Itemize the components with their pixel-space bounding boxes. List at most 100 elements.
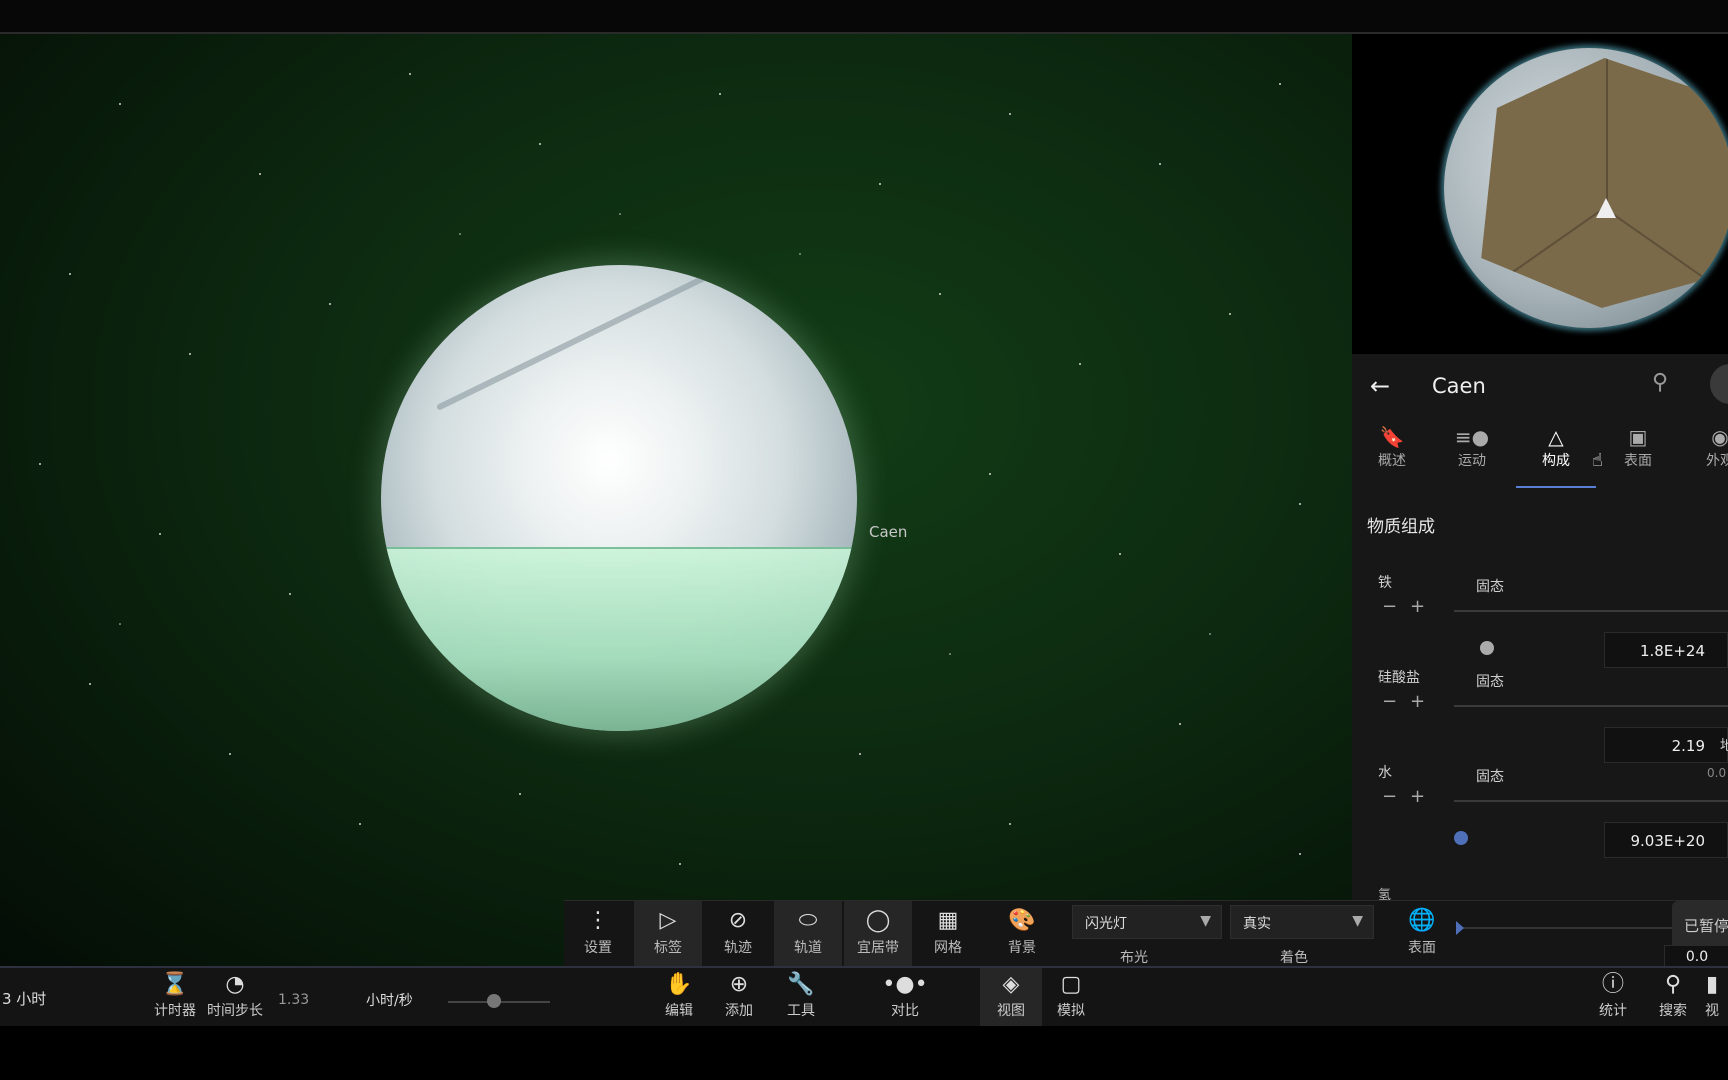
timer-button[interactable]: ⌛ 计时器 bbox=[144, 968, 206, 1028]
trail-off-icon: ⊘ bbox=[728, 908, 748, 933]
water-layer bbox=[381, 547, 857, 731]
ring-icon: ◯ bbox=[865, 908, 891, 933]
material-row: 硅酸盐 固态 − + 2.19 地 bbox=[1352, 667, 1728, 767]
grid-button[interactable]: ▦ 网格 bbox=[914, 901, 982, 967]
slider-knob[interactable] bbox=[1454, 831, 1468, 845]
top-bar bbox=[0, 0, 1728, 34]
panel-title: Caen bbox=[1432, 374, 1486, 398]
surface-button[interactable]: 🌐 表面 bbox=[1388, 901, 1456, 967]
plus-icon[interactable]: + bbox=[1410, 596, 1425, 617]
material-value[interactable]: 2.19 bbox=[1604, 727, 1728, 763]
rate-unit[interactable]: 小时/秒 bbox=[366, 990, 413, 1010]
planet-cutaway-preview[interactable] bbox=[1352, 34, 1728, 354]
timestep-button[interactable]: ◔ 时间步长 bbox=[204, 968, 266, 1028]
add-button[interactable]: ⊕ 添加 bbox=[708, 968, 770, 1028]
bottom-bar: 3 小时 ⌛ 计时器 ◔ 时间步长 1.33 小时/秒 ✋ 编辑 ⊕ 添加 🔧 … bbox=[0, 966, 1728, 1028]
stats-button[interactable]: ⓘ 统计 bbox=[1582, 968, 1644, 1028]
hourglass-icon: ⌛ bbox=[161, 972, 189, 997]
search-icon: ⚲ bbox=[1664, 972, 1682, 997]
minus-icon[interactable]: − bbox=[1382, 691, 1397, 712]
tab-motion[interactable]: ≡● 运动 bbox=[1432, 424, 1512, 486]
pointer-cursor-icon: ☝ bbox=[1592, 450, 1603, 471]
palette-icon: ◉ bbox=[1711, 425, 1728, 449]
orbits-button[interactable]: ⬭ 轨道 bbox=[774, 901, 842, 967]
tab-composition[interactable]: △ 构成 bbox=[1516, 424, 1596, 488]
labels-button[interactable]: ▷ 标签 bbox=[634, 901, 702, 967]
grid-icon: ▦ bbox=[937, 908, 959, 933]
hand-icon: ✋ bbox=[665, 972, 693, 997]
settings-button[interactable]: ⋮ 设置 bbox=[564, 901, 632, 967]
time-display: 3 小时 bbox=[2, 990, 47, 1008]
inner-core bbox=[1596, 198, 1616, 218]
tab-surface[interactable]: ▣ 表面 bbox=[1598, 424, 1678, 486]
cube-icon: ▢ bbox=[1060, 972, 1082, 997]
layers-icon: ◈ bbox=[1002, 972, 1020, 997]
section-title: 物质组成 bbox=[1367, 517, 1435, 537]
plus-icon[interactable]: + bbox=[1410, 786, 1425, 807]
bookmark-icon: 🔖 bbox=[1379, 425, 1405, 449]
paused-indicator[interactable]: 已暂停 bbox=[1672, 901, 1728, 951]
material-state: 固态 bbox=[1476, 769, 1504, 785]
time-rate-slider[interactable] bbox=[448, 994, 550, 1008]
material-row: 铁 固态 − + 1.8E+24 bbox=[1352, 572, 1728, 672]
panel-tabs: 🔖 概述 ≡● 运动 △ 构成 ▣ 表面 ◉ 外观 bbox=[1352, 424, 1728, 488]
info-icon: ⓘ bbox=[1601, 972, 1624, 997]
tab-appearance[interactable]: ◉ 外观 bbox=[1680, 424, 1728, 486]
material-value[interactable]: 1.8E+24 bbox=[1604, 632, 1728, 668]
material-side-value: 0.0 bbox=[1707, 766, 1727, 780]
orbit-icon: ⬭ bbox=[798, 908, 818, 933]
minus-icon[interactable]: − bbox=[1382, 786, 1397, 807]
lighting-dropdown[interactable]: 闪光灯 ▼ bbox=[1072, 905, 1222, 939]
view-button[interactable]: ◈ 视图 bbox=[980, 968, 1042, 1028]
material-slider[interactable] bbox=[1454, 800, 1728, 845]
minus-icon[interactable]: − bbox=[1382, 596, 1397, 617]
composition-icon: △ bbox=[1548, 425, 1564, 449]
simulate-button[interactable]: ▢ 模拟 bbox=[1040, 968, 1102, 1028]
slider-knob[interactable] bbox=[1479, 641, 1494, 655]
view-toggle-button[interactable]: ▮ 视 bbox=[1696, 968, 1728, 1028]
tools-button[interactable]: 🔧 工具 bbox=[770, 968, 832, 1028]
motion-icon: ≡● bbox=[1454, 425, 1490, 449]
tab-overview[interactable]: 🔖 概述 bbox=[1352, 424, 1432, 486]
compare-button[interactable]: •●• 对比 bbox=[874, 968, 936, 1028]
arrow-left-icon[interactable]: ← bbox=[1370, 372, 1390, 400]
material-slider[interactable] bbox=[1454, 610, 1728, 655]
object-panel: ← Caen ⚲ 🔖 概述 ≡● 运动 △ 构成 ▣ 表面 ◉ 外观 ☝ 物质组… bbox=[1352, 354, 1728, 966]
material-value[interactable]: 9.03E+20 bbox=[1604, 822, 1728, 858]
slider-handle[interactable] bbox=[1456, 921, 1464, 935]
panel-header: ← Caen ⚲ bbox=[1352, 354, 1728, 414]
timestep-icon: ◔ bbox=[225, 972, 245, 997]
compare-icon: •●• bbox=[882, 972, 928, 997]
material-state: 固态 bbox=[1476, 674, 1504, 690]
material-name: 铁 bbox=[1378, 575, 1392, 591]
timestep-value: 1.33 bbox=[278, 992, 310, 1008]
material-row: 水 固态 0.0 − + 9.03E+20 bbox=[1352, 762, 1728, 862]
trails-button[interactable]: ⊘ 轨迹 bbox=[704, 901, 772, 967]
wrench-icon: 🔧 bbox=[787, 972, 815, 997]
space-viewport[interactable]: Caen bbox=[0, 34, 1352, 966]
background-button[interactable]: 🎨 背景 bbox=[988, 901, 1056, 967]
search-button[interactable]: ⚲ 搜索 bbox=[1642, 968, 1704, 1028]
globe-icon: 🌐 bbox=[1408, 908, 1436, 933]
coloring-label: 着色 bbox=[1280, 950, 1308, 966]
habitable-zone-button[interactable]: ◯ 宜居带 bbox=[844, 901, 912, 967]
slider-knob[interactable] bbox=[486, 994, 501, 1008]
plus-icon[interactable]: + bbox=[1410, 691, 1425, 712]
edit-button[interactable]: ✋ 编辑 bbox=[648, 968, 710, 1028]
cutaway-core bbox=[1481, 58, 1728, 308]
material-name: 水 bbox=[1378, 765, 1392, 781]
search-icon[interactable]: ⚲ bbox=[1652, 370, 1668, 395]
chevron-down-icon: ▼ bbox=[1352, 913, 1363, 929]
panel-action-button[interactable] bbox=[1710, 364, 1728, 404]
planet-label[interactable]: Caen bbox=[869, 523, 907, 541]
view-icon: ▮ bbox=[1705, 972, 1719, 997]
palette-icon: 🎨 bbox=[1008, 908, 1036, 933]
plus-circle-icon: ⊕ bbox=[729, 972, 749, 997]
cutaway-globe bbox=[1444, 48, 1728, 328]
bottom-strip bbox=[0, 1026, 1728, 1080]
material-slider[interactable] bbox=[1454, 705, 1728, 750]
material-name: 硅酸盐 bbox=[1378, 670, 1420, 686]
coloring-dropdown[interactable]: 真实 ▼ bbox=[1230, 905, 1374, 939]
chevron-down-icon: ▼ bbox=[1200, 913, 1211, 929]
planet-caen[interactable] bbox=[381, 265, 857, 731]
